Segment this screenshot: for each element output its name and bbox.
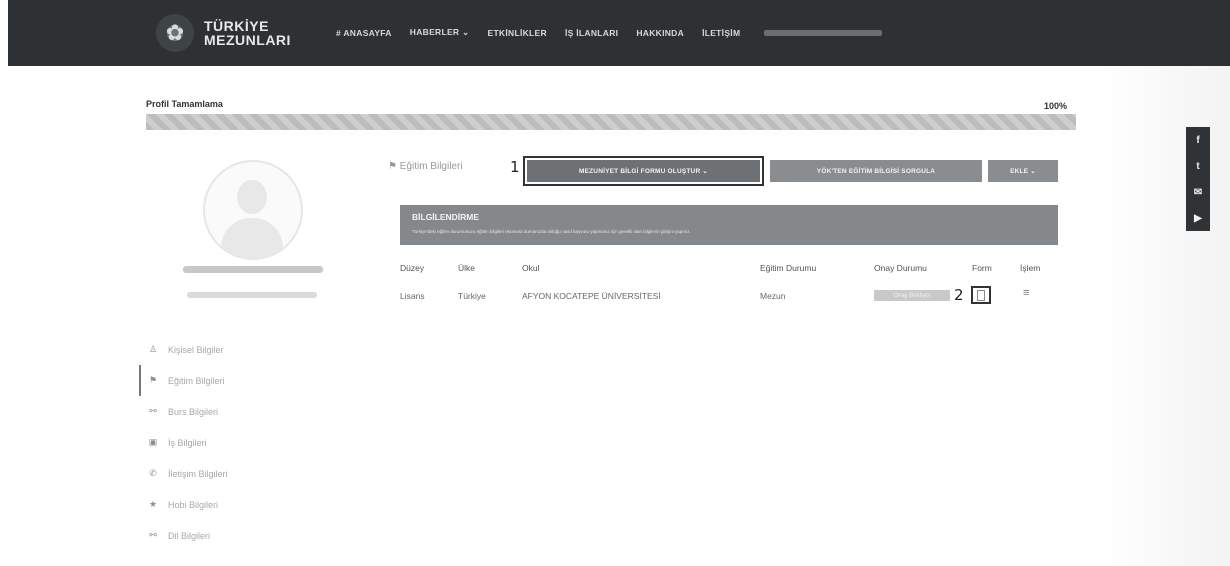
person-icon: ♙	[148, 344, 158, 354]
phone-icon: ✆	[149, 468, 157, 478]
social-share-bar: f t ✉ ▶	[1186, 127, 1210, 231]
logo-line-1: TÜRKİYE	[204, 18, 269, 34]
row-actions-menu-icon[interactable]: ≡	[1023, 287, 1029, 299]
sidebar-item-label: Dil Bilgileri	[168, 530, 211, 541]
column-header-school: Okul	[522, 263, 540, 273]
add-button[interactable]: EKLE ⌄	[988, 160, 1058, 182]
column-header-action: İşlem	[1020, 263, 1041, 273]
sidebar-item-label: Burs Bilgileri	[168, 406, 219, 417]
sidebar-item-label: İletişim Bilgileri	[168, 468, 228, 479]
yok-query-button[interactable]: YÖK'TEN EĞİTİM BİLGİSİ SORGULA	[770, 160, 982, 182]
row-edu-status: Mezun	[760, 291, 786, 301]
main-nav: # ANASAYFA HABERLER ⌄ ETKİNLİKLER İŞ İLA…	[336, 27, 883, 38]
create-graduation-form-button[interactable]: MEZUNİYET BİLGİ FORMU OLUŞTUR ⌄	[523, 156, 764, 186]
column-header-level: Düzey	[400, 263, 425, 273]
sidebar-item-label: İş Bilgileri	[168, 437, 207, 448]
info-title: BİLGİLENDİRME	[412, 212, 480, 222]
row-level: Lisans	[400, 291, 425, 301]
page-edge-shading	[1100, 66, 1230, 566]
briefcase-icon: ▣	[148, 437, 158, 447]
nav-home[interactable]: # ANASAYFA	[336, 28, 392, 38]
callout-number-2: 2	[954, 286, 964, 304]
sidebar-item-work[interactable]: ▣ İş Bilgileri	[146, 427, 228, 458]
logo-flower-icon: ✿	[156, 14, 194, 52]
profile-completion-title: Profil Tamamlama	[146, 99, 223, 109]
star-icon: ★	[148, 499, 158, 509]
column-header-form: Form	[972, 263, 992, 273]
nav-user-menu[interactable]	[764, 29, 883, 36]
twitter-icon[interactable]: t	[1186, 153, 1210, 179]
site-logo[interactable]: ✿ TÜRKİYE MEZUNLARI	[156, 14, 291, 52]
graduation-icon: ⚑	[388, 161, 400, 172]
callout-number-1: 1	[510, 158, 520, 176]
facebook-icon[interactable]: f	[1186, 127, 1210, 153]
youtube-icon[interactable]: ▶	[1186, 205, 1210, 231]
mail-icon[interactable]: ✉	[1186, 179, 1210, 205]
language-icon: ⚯	[149, 530, 157, 540]
column-header-edu-status: Eğitim Durumu	[760, 263, 817, 273]
sidebar-item-hobby[interactable]: ★ Hobi Bilgileri	[146, 489, 228, 520]
sidebar-menu: ♙ Kişisel Bilgiler ⚑ Eğitim Bilgileri ⚯ …	[139, 334, 228, 551]
logo-line-2: MEZUNLARI	[204, 32, 291, 48]
sidebar-item-contact[interactable]: ✆ İletişim Bilgileri	[146, 458, 228, 489]
sidebar-item-label: Kişisel Bilgiler	[168, 344, 224, 355]
user-email-blurred	[187, 292, 317, 298]
scholarship-icon: ⚯	[149, 406, 157, 416]
top-navbar: ✿ TÜRKİYE MEZUNLARI # ANASAYFA HABERLER …	[8, 0, 1230, 66]
sidebar-item-language[interactable]: ⚯ Dil Bilgileri	[146, 520, 228, 551]
sidebar-item-education[interactable]: ⚑ Eğitim Bilgileri	[139, 365, 228, 396]
sidebar-item-personal[interactable]: ♙ Kişisel Bilgiler	[146, 334, 228, 365]
sidebar-item-scholarship[interactable]: ⚯ Burs Bilgileri	[146, 396, 228, 427]
profile-progress-bar	[146, 114, 1076, 130]
avatar[interactable]	[203, 160, 303, 260]
approval-status-badge: Onay Bekliyor	[874, 290, 950, 301]
nav-events[interactable]: ETKİNLİKLER	[487, 28, 547, 38]
form-document-icon[interactable]	[971, 286, 991, 304]
nav-about[interactable]: HAKKINDA	[636, 28, 684, 38]
info-panel: BİLGİLENDİRME Türkiye'deki eğitim durumu…	[400, 205, 1058, 245]
profile-progress-fill	[146, 114, 1076, 130]
sidebar-item-label: Eğitim Bilgileri	[168, 375, 225, 386]
column-header-country: Ülke	[458, 263, 476, 273]
nav-jobs[interactable]: İŞ İLANLARI	[565, 28, 618, 38]
row-country: Türkiye	[458, 291, 486, 301]
education-section-header: ⚑ Eğitim Bilgileri	[388, 161, 463, 172]
sidebar-item-label: Hobi Bilgileri	[168, 499, 219, 510]
graduation-icon: ⚑	[148, 375, 158, 385]
row-school: AFYON KOCATEPE ÜNİVERSİTESİ	[522, 291, 661, 301]
nav-news[interactable]: HABERLER ⌄	[410, 27, 470, 38]
info-text: Türkiye'deki eğitim durumunuzu eğitim bi…	[412, 229, 691, 234]
column-header-approval: Onay Durumu	[874, 263, 927, 273]
nav-contact[interactable]: İLETİŞİM	[702, 28, 740, 38]
user-name-blurred	[183, 266, 323, 273]
profile-completion-percent: 100%	[1044, 101, 1068, 111]
education-header-label: Eğitim Bilgileri	[399, 161, 463, 172]
